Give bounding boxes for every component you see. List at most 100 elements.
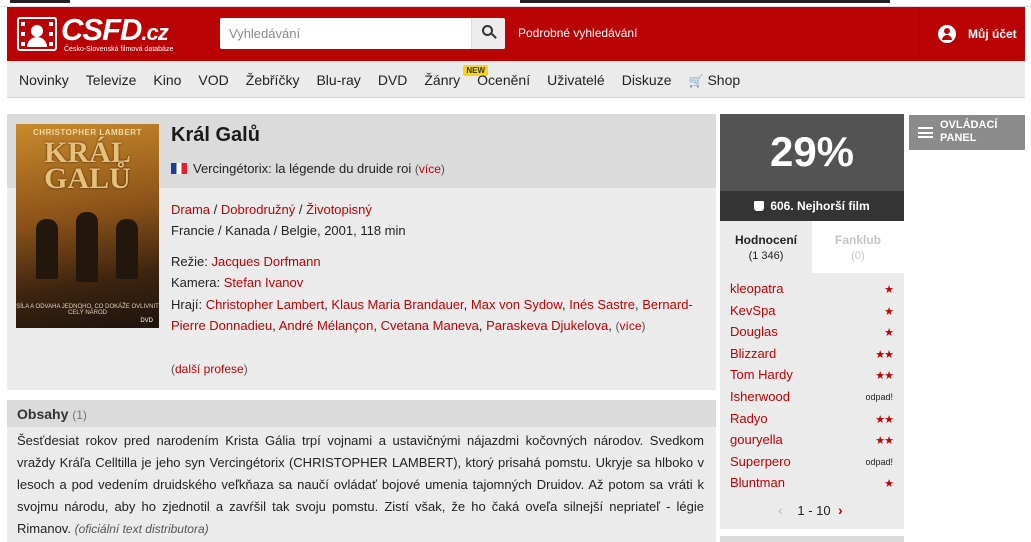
film-logo-icon — [17, 17, 57, 51]
plot-header: Obsahy (1) — [7, 400, 716, 427]
search-box — [220, 18, 505, 49]
nav-item-bluray[interactable]: Blu-ray — [316, 72, 360, 88]
rating-row: KevSpa ★ — [720, 301, 904, 323]
tab-fanclub[interactable]: Fanklub (0) — [812, 221, 904, 273]
camera-credit: Kamera: Stefan Ivanov — [171, 275, 304, 290]
nav-item-label: Shop — [707, 72, 741, 88]
origin-info: Francie / Kanada / Belgie, 2001, 118 min — [171, 223, 406, 238]
cast-more: (více) — [615, 319, 646, 333]
search-button[interactable] — [471, 18, 505, 49]
next-page-icon[interactable]: › — [838, 502, 843, 518]
ratings-pager: ‹ 1 - 10 › — [720, 502, 904, 522]
movie-poster[interactable]: CHRISTOPHER LAMBERT KRÁL GALŮ SÍLA A ODV… — [16, 124, 159, 328]
cast-link[interactable]: Max von Sydow — [471, 297, 562, 312]
plot-count: (1) — [72, 408, 87, 422]
rating-row: kleopatra ★ — [720, 279, 904, 301]
user-link[interactable]: KevSpa — [730, 303, 776, 318]
nav-item-zanry[interactable]: Žánry NEW — [424, 65, 489, 88]
cast-link[interactable]: Christopher Lambert — [206, 297, 325, 312]
user-link[interactable]: Tom Hardy — [730, 367, 793, 382]
more-professions-link[interactable]: další profese — [175, 362, 244, 376]
account-label: Můj účet — [968, 27, 1017, 41]
nav-item-zebricky[interactable]: Žebříčky — [246, 72, 300, 88]
genres: Drama / Dobrodružný / Životopisný — [171, 202, 372, 217]
cast-link[interactable]: Cvetana Maneva — [381, 318, 479, 333]
site-header: CSFD.cz Česko-Slovenská filmová databáze… — [7, 7, 1025, 61]
user-link[interactable]: Douglas — [730, 324, 778, 339]
nav-item-novinky[interactable]: Novinky — [19, 72, 69, 88]
rating-row: Isherwood odpad! — [720, 387, 904, 409]
account-menu[interactable]: Můj účet — [919, 7, 1025, 61]
star-rating: ★★ — [875, 435, 894, 448]
rating-row: Tom Hardy ★★ — [720, 365, 904, 387]
user-link[interactable]: Bluntman — [730, 475, 785, 490]
poster-figure — [116, 219, 138, 279]
original-title: Vercingétorix: la légende du druide roi … — [171, 161, 445, 176]
user-link[interactable]: Isherwood — [730, 389, 790, 404]
site-logo[interactable]: CSFD.cz Česko-Slovenská filmová databáze — [17, 12, 187, 55]
more-cast-link[interactable]: více — [619, 319, 641, 333]
user-link[interactable]: kleopatra — [730, 281, 783, 296]
logo-tagline: Česko-Slovenská filmová databáze — [64, 46, 174, 53]
advanced-search-link[interactable]: Podrobné vyhledávání — [518, 26, 637, 40]
user-ratings-list: kleopatra ★ KevSpa ★ Douglas ★ Blizzard ★★ T… — [720, 279, 904, 495]
user-link[interactable]: Radyo — [730, 411, 768, 426]
user-icon — [938, 25, 956, 43]
nav-item-uzivatele[interactable]: Uživatelé — [547, 72, 605, 88]
tab-ratings[interactable]: Hodnocení (1 346) — [720, 221, 812, 273]
more-professions: (další profese) — [171, 362, 248, 376]
page-range: 1 - 10 — [797, 503, 831, 518]
star-rating: ★ — [884, 478, 894, 491]
poster-title: KRÁL GALŮ — [44, 136, 131, 195]
control-panel-button[interactable]: OVLÁDACÍ PANEL — [909, 115, 1025, 150]
cast-link[interactable]: Inés Sastre — [569, 297, 635, 312]
star-rating: ★★ — [875, 348, 894, 361]
original-title-more: (více) — [414, 162, 445, 176]
nav-item-label: Žánry — [424, 72, 461, 88]
movie-panel: CHRISTOPHER LAMBERT KRÁL GALŮ SÍLA A ODV… — [7, 114, 716, 390]
genre-link[interactable]: Dobrodružný — [221, 202, 295, 217]
thumbs-down-icon — [754, 201, 765, 211]
nav-item-oceneni[interactable]: Ocenění — [477, 72, 530, 88]
rating-row: Douglas ★ — [720, 322, 904, 344]
nav-item-televize[interactable]: Televize — [86, 72, 137, 88]
nav-item-diskuze[interactable]: Diskuze — [622, 72, 672, 88]
user-link[interactable]: Blizzard — [730, 346, 776, 361]
nav-item-kino[interactable]: Kino — [153, 72, 181, 88]
cart-icon: 🛒 — [688, 74, 704, 88]
nav-item-dvd[interactable]: DVD — [378, 72, 408, 88]
prev-page-icon[interactable]: ‹ — [778, 502, 783, 518]
user-link[interactable]: gouryella — [730, 432, 783, 447]
worst-rank-link[interactable]: 606. Nejhorší film — [720, 191, 904, 221]
movie-title: Král Galů — [171, 124, 260, 146]
star-rating: ★★ — [875, 370, 894, 383]
director-link[interactable]: Jacques Dorfmann — [211, 254, 320, 269]
cast-link[interactable]: Paraskeva Djukelova — [486, 318, 608, 333]
poster-tagline: SÍLA A ODVAHA JEDNOHO, CO DOKÁŽE OVLIVNI… — [16, 304, 159, 316]
camera-link[interactable]: Stefan Ivanov — [224, 275, 304, 290]
rating-row: gouryella ★★ — [720, 430, 904, 452]
trash-rating: odpad! — [865, 391, 893, 402]
cast-link[interactable]: André Mélançon — [279, 318, 374, 333]
top-strip — [0, 0, 1031, 7]
genre-link[interactable]: Drama — [171, 202, 210, 217]
rating-row: Radyo ★★ — [720, 409, 904, 431]
search-input[interactable] — [220, 18, 471, 49]
france-flag-icon — [171, 163, 187, 174]
poster-figure — [76, 212, 98, 282]
user-link[interactable]: Superpero — [730, 454, 791, 469]
rating-row: Bluntman ★ — [720, 473, 904, 495]
star-rating: ★ — [884, 327, 894, 340]
more-titles-link[interactable]: více — [419, 162, 441, 176]
rating-row: Blizzard ★★ — [720, 344, 904, 366]
original-title-text: Vercingétorix: la légende du druide roi — [193, 161, 412, 176]
menu-icon — [918, 127, 933, 138]
nav-item-vod[interactable]: VOD — [198, 72, 228, 88]
plot-source: (oficiální text distributora) — [74, 522, 209, 536]
rating-row: Superpero odpad! — [720, 452, 904, 474]
genre-link[interactable]: Životopisný — [306, 202, 372, 217]
plot-section: Obsahy (1) Šesťdesiat rokov pred naroden… — [7, 400, 716, 542]
star-rating: ★ — [884, 284, 894, 296]
cast-link[interactable]: Klaus Maria Brandauer — [331, 297, 463, 312]
nav-item-shop[interactable]: 🛒 Shop — [689, 72, 741, 88]
